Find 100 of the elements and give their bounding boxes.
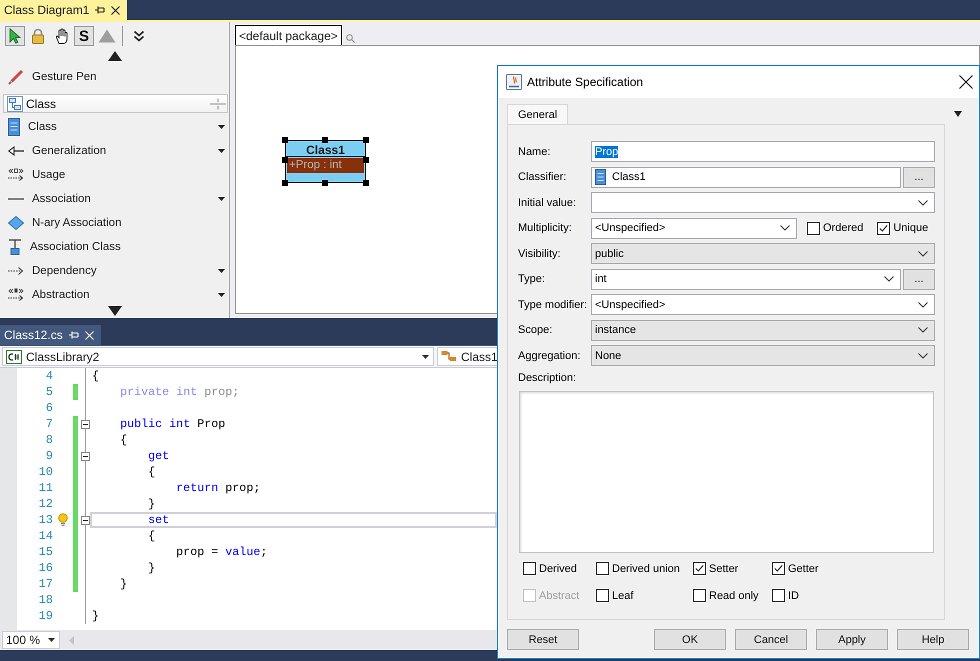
dropdown[interactable]: None: [591, 345, 935, 366]
dropdown[interactable]: instance: [591, 320, 935, 340]
palette-group-header[interactable]: Class: [3, 94, 228, 113]
attribute-row[interactable]: +Prop : int: [287, 158, 364, 173]
browse-button[interactable]: ...: [903, 166, 935, 188]
scroll-down-icon[interactable]: [108, 306, 122, 316]
selection-handle[interactable]: [322, 137, 328, 143]
checkbox-label[interactable]: ID: [788, 590, 799, 602]
palette-item[interactable]: Dependency: [0, 259, 229, 283]
palette-item[interactable]: N-ary Association: [0, 211, 229, 235]
scroll-up-icon[interactable]: [108, 51, 122, 61]
chevron-down-icon[interactable]: [884, 276, 894, 282]
selection-handle[interactable]: [363, 137, 369, 143]
line-number: 9: [46, 449, 53, 463]
selection-handle[interactable]: [363, 180, 369, 186]
pin-icon[interactable]: [95, 6, 106, 14]
double-chevron-icon[interactable]: [133, 30, 145, 42]
search-icon[interactable]: [346, 34, 355, 43]
selection-handle[interactable]: [322, 180, 328, 186]
palette-item[interactable]: Association Class: [0, 235, 229, 259]
checkbox[interactable]: [693, 589, 706, 602]
field-label: Description:: [518, 370, 578, 384]
close-icon[interactable]: [959, 75, 973, 89]
collapse-icon[interactable]: [81, 452, 90, 460]
app-icon: [506, 74, 522, 90]
description-field[interactable]: [519, 390, 934, 552]
field-label: Name:: [518, 146, 552, 158]
package-tab[interactable]: <default package>: [235, 25, 342, 45]
dialog-button[interactable]: Reset: [507, 629, 579, 650]
caret-down-icon[interactable]: [954, 111, 962, 117]
caret-down-icon[interactable]: [422, 354, 429, 358]
combo-box[interactable]: <Unspecified>: [591, 218, 797, 238]
combo-box[interactable]: <Unspecified>: [591, 294, 935, 315]
chevron-down-icon[interactable]: [780, 225, 790, 231]
project-dropdown[interactable]: ClassLibrary2: [2, 347, 434, 366]
caret-down-icon[interactable]: [218, 293, 225, 297]
checkbox-label[interactable]: Derived union: [612, 562, 680, 574]
chevron-down-icon[interactable]: [918, 352, 928, 358]
code-line: return prop;: [176, 481, 260, 495]
checkbox-label[interactable]: Ordered: [823, 222, 864, 234]
selection-handle[interactable]: [282, 137, 288, 143]
checkbox-label[interactable]: Leaf: [612, 590, 634, 602]
palette-item[interactable]: Usage: [0, 163, 229, 187]
text-field[interactable]: Prop: [591, 141, 935, 162]
selection-handle[interactable]: [282, 157, 288, 163]
checkbox[interactable]: [877, 222, 890, 234]
palette-item[interactable]: Class: [0, 115, 229, 139]
checkbox-label[interactable]: Setter: [709, 562, 738, 574]
tab[interactable]: General: [507, 104, 568, 124]
checkbox-label[interactable]: Read only: [709, 590, 759, 602]
lock-icon: [31, 28, 45, 44]
chevron-down-icon[interactable]: [918, 200, 928, 206]
checkbox[interactable]: [523, 562, 536, 575]
tool-button[interactable]: S: [74, 26, 94, 46]
code-line: {: [92, 369, 100, 383]
palette-item[interactable]: Association: [0, 187, 229, 211]
selection-handle[interactable]: [282, 180, 288, 186]
document-tab[interactable]: Class Diagram1: [0, 0, 128, 20]
dialog-button[interactable]: Apply: [816, 629, 888, 650]
code-line: get: [148, 449, 170, 463]
checkbox[interactable]: [596, 589, 609, 602]
palette-item[interactable]: Generalization: [0, 139, 229, 163]
checkbox[interactable]: [807, 222, 820, 234]
checkbox-label[interactable]: Getter: [788, 562, 819, 574]
lightbulb-icon[interactable]: [58, 513, 68, 527]
palette-item[interactable]: Abstraction: [0, 283, 229, 307]
dialog-button[interactable]: Cancel: [735, 629, 807, 650]
line-number: 7: [46, 417, 53, 431]
caret-down-icon[interactable]: [48, 638, 55, 642]
chevron-down-icon[interactable]: [918, 250, 928, 256]
classifier-field[interactable]: Class1: [591, 166, 901, 188]
caret-down-icon[interactable]: [218, 149, 225, 153]
dialog-button[interactable]: Help: [897, 629, 969, 650]
palette-item[interactable]: Gesture Pen: [0, 65, 229, 89]
dialog-button[interactable]: OK: [654, 629, 726, 650]
caret-down-icon[interactable]: [218, 269, 225, 273]
checkbox[interactable]: [596, 562, 609, 575]
splitter-icon[interactable]: [210, 98, 226, 110]
collapse-icon[interactable]: [81, 420, 90, 428]
class-node[interactable]: Class1 +Prop : int: [285, 140, 366, 183]
checkbox[interactable]: [772, 589, 785, 602]
line-number: 15: [38, 545, 53, 559]
dropdown[interactable]: public: [591, 243, 935, 264]
checkbox[interactable]: [772, 562, 785, 575]
collapse-icon[interactable]: [81, 516, 90, 524]
pencil-icon: [8, 69, 24, 85]
line-number: 14: [38, 529, 53, 543]
close-icon[interactable]: [111, 6, 120, 14]
zoom-dropdown[interactable]: 100 %: [2, 631, 60, 649]
checkbox[interactable]: [693, 562, 706, 575]
checkbox-label[interactable]: Derived: [539, 562, 577, 574]
checkbox-label[interactable]: Unique: [893, 222, 928, 234]
caret-down-icon[interactable]: [218, 197, 225, 201]
chevron-down-icon[interactable]: [918, 302, 928, 308]
code-line: set: [148, 513, 170, 527]
chevron-down-icon[interactable]: [918, 327, 928, 333]
selection-handle[interactable]: [363, 157, 369, 163]
browse-button[interactable]: ...: [903, 268, 935, 290]
combo-box[interactable]: int: [591, 268, 901, 290]
caret-down-icon[interactable]: [218, 125, 225, 129]
